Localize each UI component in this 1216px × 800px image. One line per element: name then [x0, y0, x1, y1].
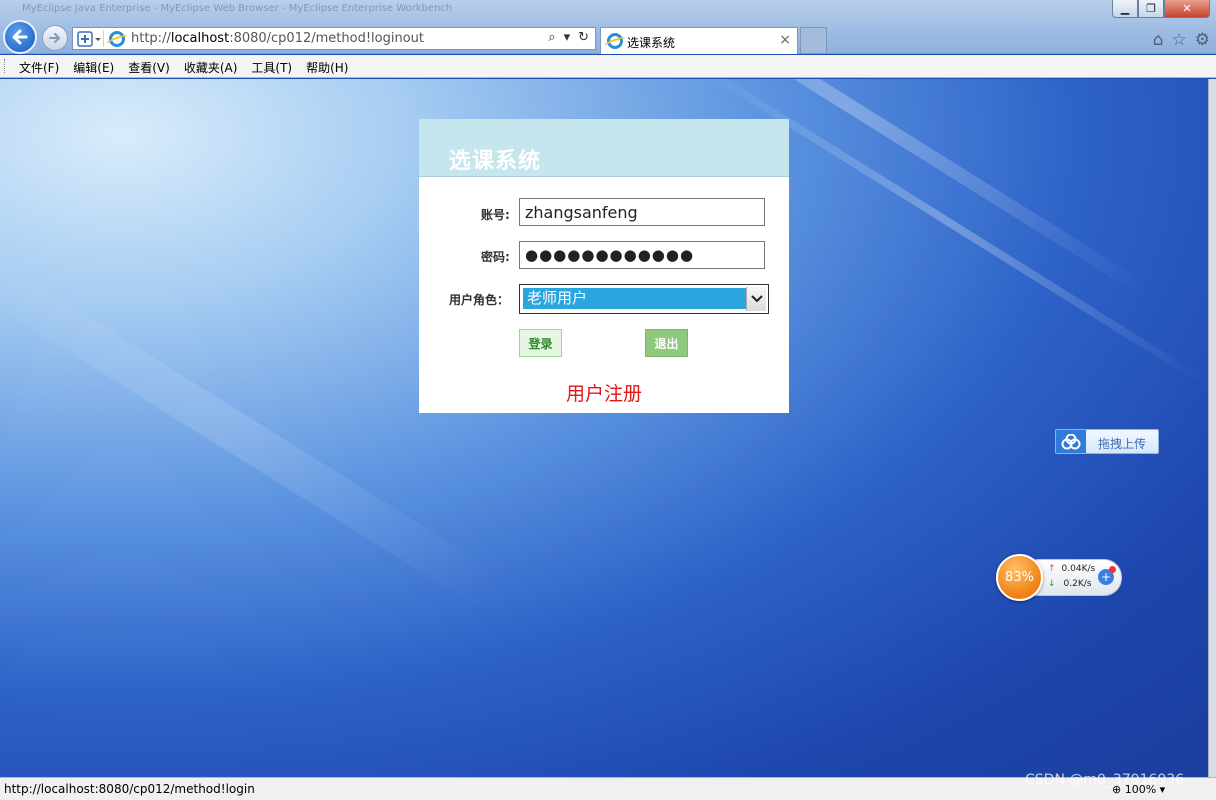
new-tab-button[interactable] [800, 27, 827, 54]
vertical-scrollbar[interactable] [1208, 79, 1216, 777]
url-text[interactable]: http://localhost:8080/cp012/method!login… [131, 31, 424, 46]
role-select[interactable]: 老师用户 [519, 284, 769, 314]
exit-button[interactable]: 退出 [645, 329, 688, 357]
menu-file[interactable]: 文件(F) [12, 59, 66, 76]
role-selected-value: 老师用户 [523, 288, 747, 309]
window-title: MyEclipse Java Enterprise - MyEclipse We… [22, 3, 453, 14]
account-input[interactable]: zhangsanfeng [519, 198, 765, 226]
tab-course-system[interactable]: 选课系统 × [600, 27, 798, 54]
password-label: 密码: [481, 250, 510, 264]
settings-gear-icon[interactable]: ⚙ [1195, 30, 1210, 50]
menu-edit[interactable]: 编辑(E) [66, 59, 121, 76]
menu-help[interactable]: 帮助(H) [299, 59, 355, 76]
address-bar[interactable]: http://localhost:8080/cp012/method!login… [72, 27, 596, 50]
register-link-text[interactable]: 用户注册 [566, 383, 642, 405]
login-panel: 选课系统 账号: zhangsanfeng 密码: ●●●●●●●●●●●● 用… [419, 119, 789, 413]
upload-speed: ↑ 0.04K/s [1048, 564, 1096, 574]
upload-label: 拖拽上传 [1098, 437, 1147, 451]
minimize-button[interactable]: ▁ [1112, 0, 1138, 18]
notification-dot [1109, 566, 1116, 573]
ie-page-icon [109, 31, 125, 47]
search-icon[interactable]: ⌕ [548, 30, 555, 45]
cloud-upload-icon [1056, 430, 1086, 453]
menu-favorites[interactable]: 收藏夹(A) [177, 59, 245, 76]
tab-title: 选课系统 [627, 36, 676, 50]
browser-titlebar: MyEclipse Java Enterprise - MyEclipse We… [0, 0, 1216, 54]
login-title: 选课系统 [449, 149, 542, 174]
menu-tools[interactable]: 工具(T) [244, 59, 299, 76]
password-input[interactable]: ●●●●●●●●●●●● [519, 241, 765, 269]
ie-tab-icon [607, 33, 623, 49]
memory-percent-ball[interactable]: 83% [996, 554, 1043, 601]
status-text: http://localhost:8080/cp012/method!login [4, 782, 255, 796]
refresh-icon[interactable]: ↻ [578, 30, 589, 45]
drag-upload-widget[interactable]: 拖拽上传 [1055, 429, 1159, 454]
maximize-button[interactable]: ❐ [1138, 0, 1164, 18]
favorites-star-icon[interactable]: ☆ [1172, 30, 1187, 50]
login-header: 选课系统 [419, 119, 789, 177]
menu-items: 文件(F) 编辑(E) 查看(V) 收藏夹(A) 工具(T) 帮助(H) [12, 59, 355, 76]
forward-arrow-icon [49, 33, 60, 43]
forward-button[interactable] [42, 25, 68, 51]
home-icon[interactable]: ⌂ [1153, 30, 1164, 50]
back-button[interactable] [3, 20, 37, 54]
close-window-button[interactable]: ✕ [1164, 0, 1210, 18]
tab-close-icon[interactable]: × [779, 32, 791, 48]
watermark: CSDN @m0_37916936 [1025, 772, 1185, 788]
role-label: 用户角色： [449, 293, 510, 307]
up-arrow-icon: ↑ [1048, 564, 1056, 574]
address-tools: ⌕ ▾ ↻ [548, 30, 589, 45]
browser-right-tools: ⌂ ☆ ⚙ [1153, 30, 1210, 50]
window-controls: ▁ ❐ ✕ [1112, 0, 1210, 18]
menu-grip [4, 59, 7, 73]
back-arrow-icon [12, 29, 28, 45]
chevron-down-icon[interactable] [746, 287, 766, 311]
account-label: 账号: [481, 208, 510, 222]
dropdown-icon[interactable]: ▾ [564, 30, 571, 45]
register-link[interactable]: 用户注册 [419, 379, 789, 406]
network-speed-widget[interactable]: 83% ↑ 0.04K/s ↓ 0.2K/s + [996, 554, 1124, 602]
menu-bar: 文件(F) 编辑(E) 查看(V) 收藏夹(A) 工具(T) 帮助(H) [0, 55, 1216, 78]
compat-view-icon[interactable] [76, 30, 104, 47]
menu-view[interactable]: 查看(V) [121, 59, 177, 76]
download-speed: ↓ 0.2K/s [1048, 579, 1092, 589]
page-content: 选课系统 账号: zhangsanfeng 密码: ●●●●●●●●●●●● 用… [0, 79, 1216, 777]
down-arrow-icon: ↓ [1048, 579, 1056, 589]
login-button[interactable]: 登录 [519, 329, 562, 357]
